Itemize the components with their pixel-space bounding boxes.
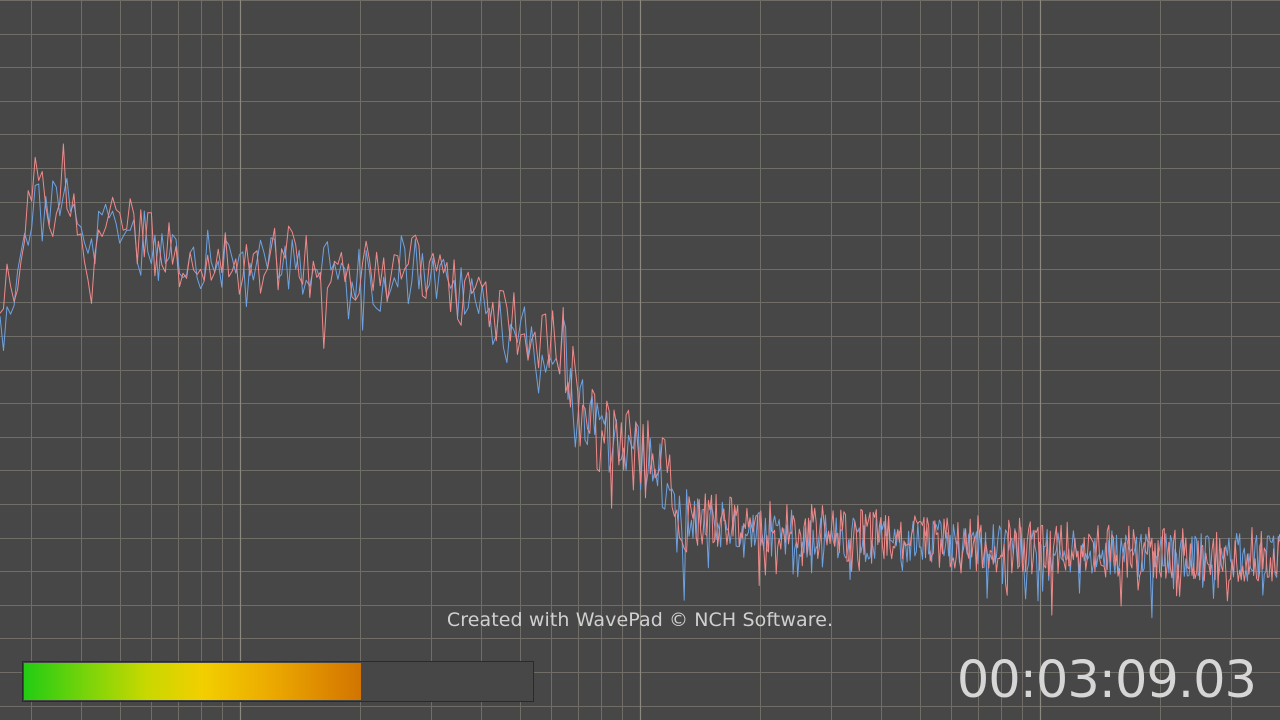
level-meter-gradient [24,663,361,700]
level-meter [22,661,534,702]
watermark-text: Created with WavePad © NCH Software. [446,609,834,631]
spectrum-traces [0,143,1280,619]
left-channel-trace [0,143,1280,616]
playback-timecode: 00:03:09.03 [956,651,1257,710]
level-meter-fill [24,663,361,700]
spectrum-analyzer-view: Created with WavePad © NCH Software. 00:… [0,0,1280,720]
